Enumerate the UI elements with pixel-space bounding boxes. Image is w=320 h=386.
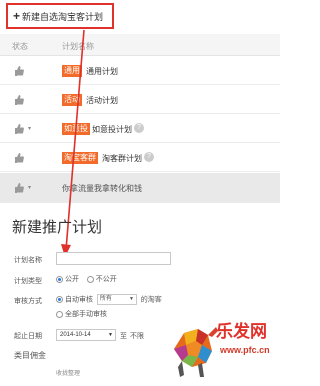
table-row[interactable]: 通用 通用计划	[0, 57, 280, 85]
top-bar: + 新建自选淘宝客计划	[0, 0, 280, 34]
new-plan-button[interactable]: + 新建自选淘宝客计划	[6, 3, 114, 29]
status-header: 状态	[12, 42, 28, 51]
new-plan-label: 新建自选淘宝客计划	[22, 12, 104, 22]
thumbs-up-icon	[15, 95, 24, 105]
category-label: 类目佣金	[14, 351, 46, 360]
review-suffix: 的淘客	[140, 296, 162, 304]
plus-icon: +	[13, 9, 21, 23]
table-header: 状态 计划名称	[0, 34, 280, 56]
help-icon[interactable]: ?	[144, 152, 154, 162]
dropdown-arrow-icon: ▼	[108, 332, 113, 338]
private-label: 不公开	[95, 276, 117, 283]
form-title: 新建推广计划	[12, 219, 103, 236]
table-row[interactable]: ▾ 如意投 如意投计划 ?	[0, 115, 280, 143]
plan-name-header: 计划名称	[62, 42, 94, 51]
dropdown-arrow-icon: ▼	[128, 296, 134, 302]
plan-name[interactable]: 你拿流量我拿转化和钱	[62, 183, 142, 194]
help-icon[interactable]: ?	[134, 123, 144, 133]
table-row[interactable]: 活动 活动计划	[0, 86, 280, 114]
review-label: 审核方式	[14, 298, 42, 305]
plan-tag: 通用	[62, 65, 82, 77]
date-to: 至	[120, 333, 127, 340]
table-row[interactable]: 淘宝客群 淘客群计划 ?	[0, 144, 280, 172]
manual-review-radio[interactable]	[56, 310, 63, 318]
plan-name-label: 计划名称	[14, 257, 42, 264]
thumbs-up-icon	[15, 124, 24, 134]
review-scope-select[interactable]: 所有 ▼	[96, 294, 137, 305]
auto-review-label: 自动审核	[65, 296, 93, 304]
manual-review-option: 全部手动审核	[56, 309, 107, 319]
plan-tag: 淘宝客群	[62, 152, 98, 164]
collapse-label[interactable]: 收拢整理	[56, 368, 80, 377]
watermark-url: www.pfc.cn	[220, 345, 270, 355]
date-label: 起止日期	[14, 333, 42, 340]
table-row[interactable]: ▾ 你拿流量我拿转化和钱	[0, 173, 280, 203]
watermark-brand: 乐发网	[216, 322, 267, 342]
date-unlimited[interactable]: 不限	[130, 331, 144, 341]
plan-name-input[interactable]	[56, 252, 171, 265]
plan-name[interactable]: 通用计划	[86, 66, 118, 77]
review-scope-value: 所有	[99, 296, 112, 302]
thumbs-up-icon	[15, 183, 24, 193]
plan-type-label: 计划类型	[14, 278, 42, 285]
auto-review-radio[interactable]	[56, 296, 63, 303]
caret-down-icon[interactable]: ▾	[28, 125, 31, 132]
plan-tag: 如意投	[62, 123, 90, 135]
manual-review-label: 全部手动审核	[65, 311, 107, 318]
private-radio[interactable]	[86, 275, 94, 283]
start-date-select[interactable]: 2014-10-14 ▼	[56, 329, 116, 341]
review-options: 自动审核 所有 ▼ 的淘客	[56, 294, 162, 305]
plan-name[interactable]: 如意投计划	[92, 124, 132, 135]
start-date-value: 2014-10-14	[60, 332, 91, 338]
plan-tag: 活动	[62, 94, 82, 106]
caret-down-icon[interactable]: ▾	[28, 184, 31, 191]
public-radio[interactable]	[56, 275, 63, 283]
plan-name[interactable]: 活动计划	[86, 95, 118, 106]
thumbs-up-icon	[15, 66, 24, 76]
plan-type-options: 公开 不公开	[56, 274, 117, 284]
thumbs-up-icon	[15, 153, 24, 163]
watermark-logo: 乐发网 www.pfc.cn	[168, 305, 280, 386]
public-label: 公开	[65, 276, 79, 283]
plan-name[interactable]: 淘客群计划	[102, 153, 142, 164]
